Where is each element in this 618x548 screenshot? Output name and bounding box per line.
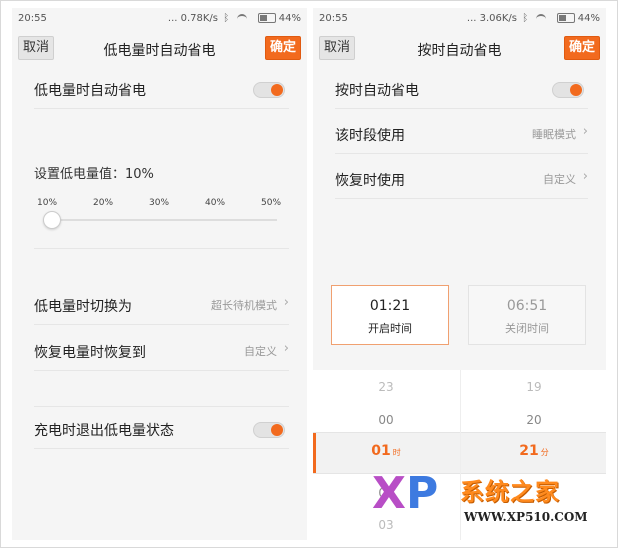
confirm-button[interactable]: 确定 [264, 36, 301, 60]
low-battery-settings-screen: 20:55 ... 0.78K/s ᛒ 44% 取消 低电量时自动省电 确定 低… [12, 8, 307, 540]
page-title: 按时自动省电 [417, 43, 502, 59]
auto-save-label: 低电量时自动省电 [34, 83, 146, 99]
xp-logo: XP [372, 468, 439, 519]
network-speed: ... 3.06K/s [466, 13, 518, 24]
scheduled-save-label: 按时自动省电 [335, 83, 419, 99]
hour-selected-value: 01 [371, 443, 391, 459]
status-bar: 20:55 ... 0.78K/s ᛒ 44% [12, 8, 307, 30]
charging-exit-row[interactable]: 充电时退出低电量状态 [34, 408, 289, 449]
tick-label: 40% [205, 198, 226, 208]
tick-label: 10% [37, 198, 58, 208]
wifi-icon [536, 13, 547, 23]
restore-mode-label: 恢复电量时恢复到 [34, 345, 146, 361]
watermark-logo: XP 系统之家 WWW.XP510.COM [372, 466, 602, 532]
status-right: ... 3.06K/s ᛒ 44% [467, 13, 600, 24]
chevron-right-icon: › [582, 124, 588, 139]
threshold-slider-track[interactable] [52, 219, 277, 221]
scheduled-save-row[interactable]: 按时自动省电 [335, 68, 588, 109]
start-time-box[interactable]: 01:21 开启时间 [331, 285, 449, 345]
charging-exit-label: 充电时退出低电量状态 [34, 423, 174, 439]
toggle-knob [570, 84, 582, 96]
switch-mode-label: 低电量时切换为 [34, 299, 132, 315]
toggle-knob [271, 84, 283, 96]
restore-mode-row[interactable]: 恢复时使用 自定义 › [335, 158, 588, 199]
divider [34, 406, 289, 407]
hour-unit: 时 [392, 448, 401, 457]
confirm-button[interactable]: 确定 [563, 36, 600, 60]
minute-unit: 分 [540, 448, 549, 457]
battery-percent: 44% [278, 13, 301, 24]
start-time-label: 开启时间 [368, 322, 412, 335]
charging-exit-toggle[interactable] [253, 422, 285, 438]
minute-option[interactable]: 19 [461, 380, 606, 394]
scheduled-save-screen: 20:55 ... 3.06K/s ᛒ 44% 取消 按时自动省电 确定 按时自… [313, 8, 606, 540]
period-mode-label: 该时段使用 [335, 128, 405, 144]
restore-mode-value: 自定义 [543, 173, 576, 186]
chevron-right-icon: › [283, 341, 289, 356]
hour-selected[interactable]: 01 时 [313, 443, 459, 459]
battery-icon [257, 13, 276, 23]
tick-label: 30% [149, 198, 170, 208]
end-time-value: 06:51 [506, 298, 548, 314]
period-mode-value: 睡眠模式 [532, 128, 576, 141]
auto-save-toggle[interactable] [253, 82, 285, 98]
nav-bar: 取消 低电量时自动省电 确定 [12, 32, 307, 64]
bluetooth-icon: ᛒ [223, 13, 230, 24]
tick-label: 50% [261, 198, 282, 208]
start-time-value: 01:21 [369, 298, 411, 314]
bluetooth-icon: ᛒ [522, 13, 529, 24]
period-mode-row[interactable]: 该时段使用 睡眠模式 › [335, 113, 588, 154]
hour-option[interactable]: 23 [313, 380, 459, 394]
scheduled-save-toggle[interactable] [552, 82, 584, 98]
switch-mode-value: 超长待机模式 [211, 299, 277, 312]
status-right: ... 0.78K/s ᛒ 44% [168, 13, 301, 24]
chevron-right-icon: › [283, 295, 289, 310]
minute-selected[interactable]: 21 分 [461, 443, 606, 459]
minute-option[interactable]: 20 [461, 413, 606, 427]
minute-selected-value: 21 [519, 443, 539, 459]
threshold-slider-thumb[interactable] [43, 211, 61, 229]
chevron-right-icon: › [582, 169, 588, 184]
restore-mode-value: 自定义 [244, 345, 277, 358]
battery-icon [556, 13, 575, 23]
auto-save-row[interactable]: 低电量时自动省电 [34, 68, 289, 109]
status-bar: 20:55 ... 3.06K/s ᛒ 44% [313, 8, 606, 30]
threshold-label: 设置低电量值：10% [34, 167, 154, 182]
battery-percent: 44% [577, 13, 600, 24]
brand-text: 系统之家 [460, 478, 560, 506]
restore-mode-row[interactable]: 恢复电量时恢复到 自定义 › [34, 330, 289, 371]
switch-mode-row[interactable]: 低电量时切换为 超长待机模式 › [34, 284, 289, 325]
nav-bar: 取消 按时自动省电 确定 [313, 32, 606, 64]
page-title: 低电量时自动省电 [103, 43, 216, 59]
status-time: 20:55 [319, 13, 348, 24]
brand-url: WWW.XP510.COM [464, 510, 588, 524]
tick-label: 20% [93, 198, 114, 208]
restore-mode-label: 恢复时使用 [335, 173, 405, 189]
slider-ticks: 10% 20% 30% 40% 50% [37, 198, 287, 212]
hour-option[interactable]: 00 [313, 413, 459, 427]
status-time: 20:55 [18, 13, 47, 24]
toggle-knob [271, 424, 283, 436]
divider [34, 248, 289, 249]
wifi-icon [237, 13, 248, 23]
end-time-box[interactable]: 06:51 关闭时间 [468, 285, 586, 345]
end-time-label: 关闭时间 [505, 322, 549, 335]
network-speed: ... 0.78K/s [167, 13, 219, 24]
